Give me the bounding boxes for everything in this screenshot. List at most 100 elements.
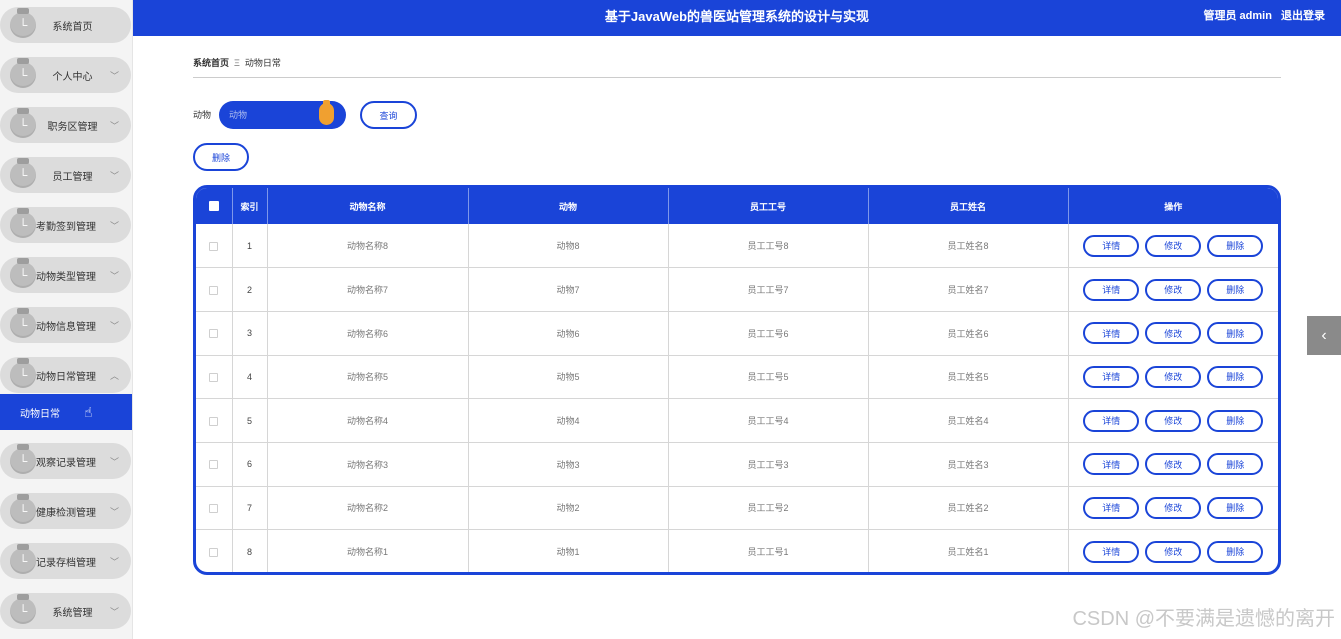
edit-button[interactable]: 修改 [1145, 453, 1202, 476]
sidebar-item[interactable]: └ 动物日常管理 ︿ [0, 357, 131, 393]
row-select-cell[interactable] [196, 224, 233, 269]
chevron-icon: ﹀ [109, 606, 119, 617]
row-checkbox[interactable] [209, 547, 219, 557]
cell-employee-name: 员工姓名5 [868, 355, 1069, 400]
select-all-header[interactable] [196, 188, 233, 224]
chevron-icon: ﹀ [109, 120, 119, 131]
cell-actions: 详情 修改 删除 [1068, 267, 1278, 312]
row-select-cell[interactable] [196, 398, 233, 443]
row-checkbox[interactable] [209, 329, 219, 339]
cell-animal: 动物4 [468, 398, 669, 443]
row-checkbox[interactable] [209, 416, 219, 426]
delete-row-button[interactable]: 删除 [1207, 234, 1264, 257]
cell-animal: 动物3 [468, 442, 669, 487]
sidebar-item[interactable]: └ 健康检测管理 ﹀ [0, 493, 131, 529]
table-row: 5 动物名称4 动物4 员工工号4 员工姓名4 详情 修改 删除 [196, 398, 1278, 443]
edit-button[interactable]: 修改 [1145, 496, 1202, 519]
table-row: 3 动物名称6 动物6 员工工号6 员工姓名6 详情 修改 删除 [196, 311, 1278, 356]
row-checkbox[interactable] [209, 504, 219, 514]
sidebar: └ 系统首页 └ 个人中心 ﹀ └ 职务区管理 ﹀ └ 员工管理 ﹀ └ 考勤签到管理 ﹀ └ 动物类型管理 ﹀… [0, 0, 133, 639]
delete-row-button[interactable]: 删除 [1207, 278, 1264, 301]
sidebar-item-label: 个人中心 [52, 71, 93, 83]
logout-link[interactable]: 退出登录 [1281, 10, 1325, 22]
chevron-icon: ﹀ [109, 556, 119, 567]
sidebar-item[interactable]: └ 考勤签到管理 ﹀ [0, 207, 131, 243]
table-row: 2 动物名称7 动物7 员工工号7 员工姓名7 详情 修改 删除 [196, 267, 1278, 312]
search-label: 动物 [193, 110, 212, 120]
sidebar-item[interactable]: └ 动物类型管理 ﹀ [0, 257, 131, 293]
cell-index: 8 [232, 529, 268, 572]
menu-badge-icon: └ [10, 544, 36, 574]
sidebar-item-label: 系统首页 [52, 21, 93, 33]
detail-button[interactable]: 详情 [1083, 365, 1140, 388]
sidebar-item[interactable]: └ 动物信息管理 ﹀ [0, 307, 131, 343]
cell-actions: 详情 修改 删除 [1068, 442, 1278, 487]
cell-index: 6 [232, 442, 268, 487]
row-select-cell[interactable] [196, 311, 233, 356]
detail-button[interactable]: 详情 [1083, 234, 1140, 257]
edit-button[interactable]: 修改 [1145, 234, 1202, 257]
sidebar-item[interactable]: └ 观察记录管理 ﹀ [0, 443, 131, 479]
cell-animal: 动物6 [468, 311, 669, 356]
row-select-cell[interactable] [196, 267, 233, 312]
table-row: 1 动物名称8 动物8 员工工号8 员工姓名8 详情 修改 删除 [196, 224, 1278, 269]
cell-animal: 动物1 [468, 529, 669, 572]
cell-employee-name: 员工姓名8 [868, 224, 1069, 269]
row-select-cell[interactable] [196, 529, 233, 572]
collapse-panel-tab[interactable]: ‹ [1307, 316, 1341, 355]
cell-employee-no: 员工工号1 [668, 529, 869, 572]
query-button[interactable]: 查询 [360, 101, 417, 129]
row-checkbox[interactable] [209, 285, 219, 295]
detail-button[interactable]: 详情 [1083, 322, 1140, 345]
delete-selected-button[interactable]: 删除 [193, 143, 249, 171]
page-title: 基于JavaWeb的兽医站管理系统的设计与实现 [604, 9, 870, 24]
delete-row-button[interactable]: 删除 [1207, 365, 1264, 388]
detail-button[interactable]: 详情 [1083, 540, 1140, 563]
detail-button[interactable]: 详情 [1083, 496, 1140, 519]
edit-button[interactable]: 修改 [1145, 540, 1202, 563]
row-checkbox[interactable] [209, 372, 219, 382]
delete-row-button[interactable]: 删除 [1207, 496, 1264, 519]
edit-button[interactable]: 修改 [1145, 322, 1202, 345]
row-select-cell[interactable] [196, 355, 233, 400]
row-select-cell[interactable] [196, 442, 233, 487]
table-row: 8 动物名称1 动物1 员工工号1 员工姓名1 详情 修改 删除 [196, 529, 1278, 572]
detail-button[interactable]: 详情 [1083, 278, 1140, 301]
cell-animal: 动物7 [468, 267, 669, 312]
column-header: 动物 [468, 188, 669, 224]
detail-button[interactable]: 详情 [1083, 409, 1140, 432]
cell-animal-name: 动物名称4 [267, 398, 469, 443]
breadcrumb-home[interactable]: 系统首页 [193, 58, 229, 68]
chevron-icon: ﹀ [109, 220, 119, 231]
sidebar-item[interactable]: └ 个人中心 ﹀ [0, 57, 131, 93]
row-checkbox[interactable] [209, 460, 219, 470]
sidebar-item[interactable]: └ 系统管理 ﹀ [0, 593, 131, 629]
edit-button[interactable]: 修改 [1145, 409, 1202, 432]
edit-button[interactable]: 修改 [1145, 278, 1202, 301]
sidebar-item[interactable]: └ 记录存档管理 ﹀ [0, 543, 131, 579]
select-all-checkbox[interactable] [208, 201, 219, 212]
cell-animal-name: 动物名称7 [267, 267, 469, 312]
row-checkbox[interactable] [209, 241, 219, 251]
cell-employee-no: 员工工号4 [668, 398, 869, 443]
data-table-container: 索引 动物名称 动物 员工工号 员工姓名 操作 1 动物名称8 动物8 员工工号8 员工… [193, 185, 1281, 575]
sidebar-item-label: 考勤签到管理 [36, 221, 96, 233]
cell-employee-no: 员工工号3 [668, 442, 869, 487]
column-header: 员工姓名 [868, 188, 1069, 224]
cell-index: 5 [232, 398, 268, 443]
delete-row-button[interactable]: 删除 [1207, 409, 1264, 432]
sidebar-subitem-animal-daily[interactable]: 动物日常 ☝ [0, 394, 132, 430]
delete-row-button[interactable]: 删除 [1207, 453, 1264, 476]
row-select-cell[interactable] [196, 486, 233, 531]
cell-animal-name: 动物名称5 [267, 355, 469, 400]
delete-row-button[interactable]: 删除 [1207, 540, 1264, 563]
cell-actions: 详情 修改 删除 [1068, 398, 1278, 443]
sidebar-item[interactable]: └ 员工管理 ﹀ [0, 157, 131, 193]
edit-button[interactable]: 修改 [1145, 365, 1202, 388]
sidebar-item[interactable]: └ 系统首页 [0, 7, 131, 43]
detail-button[interactable]: 详情 [1083, 453, 1140, 476]
sidebar-item[interactable]: └ 职务区管理 ﹀ [0, 107, 131, 143]
menu-badge-icon: └ [10, 58, 36, 88]
delete-row-button[interactable]: 删除 [1207, 322, 1264, 345]
cell-employee-no: 员工工号8 [668, 224, 869, 269]
